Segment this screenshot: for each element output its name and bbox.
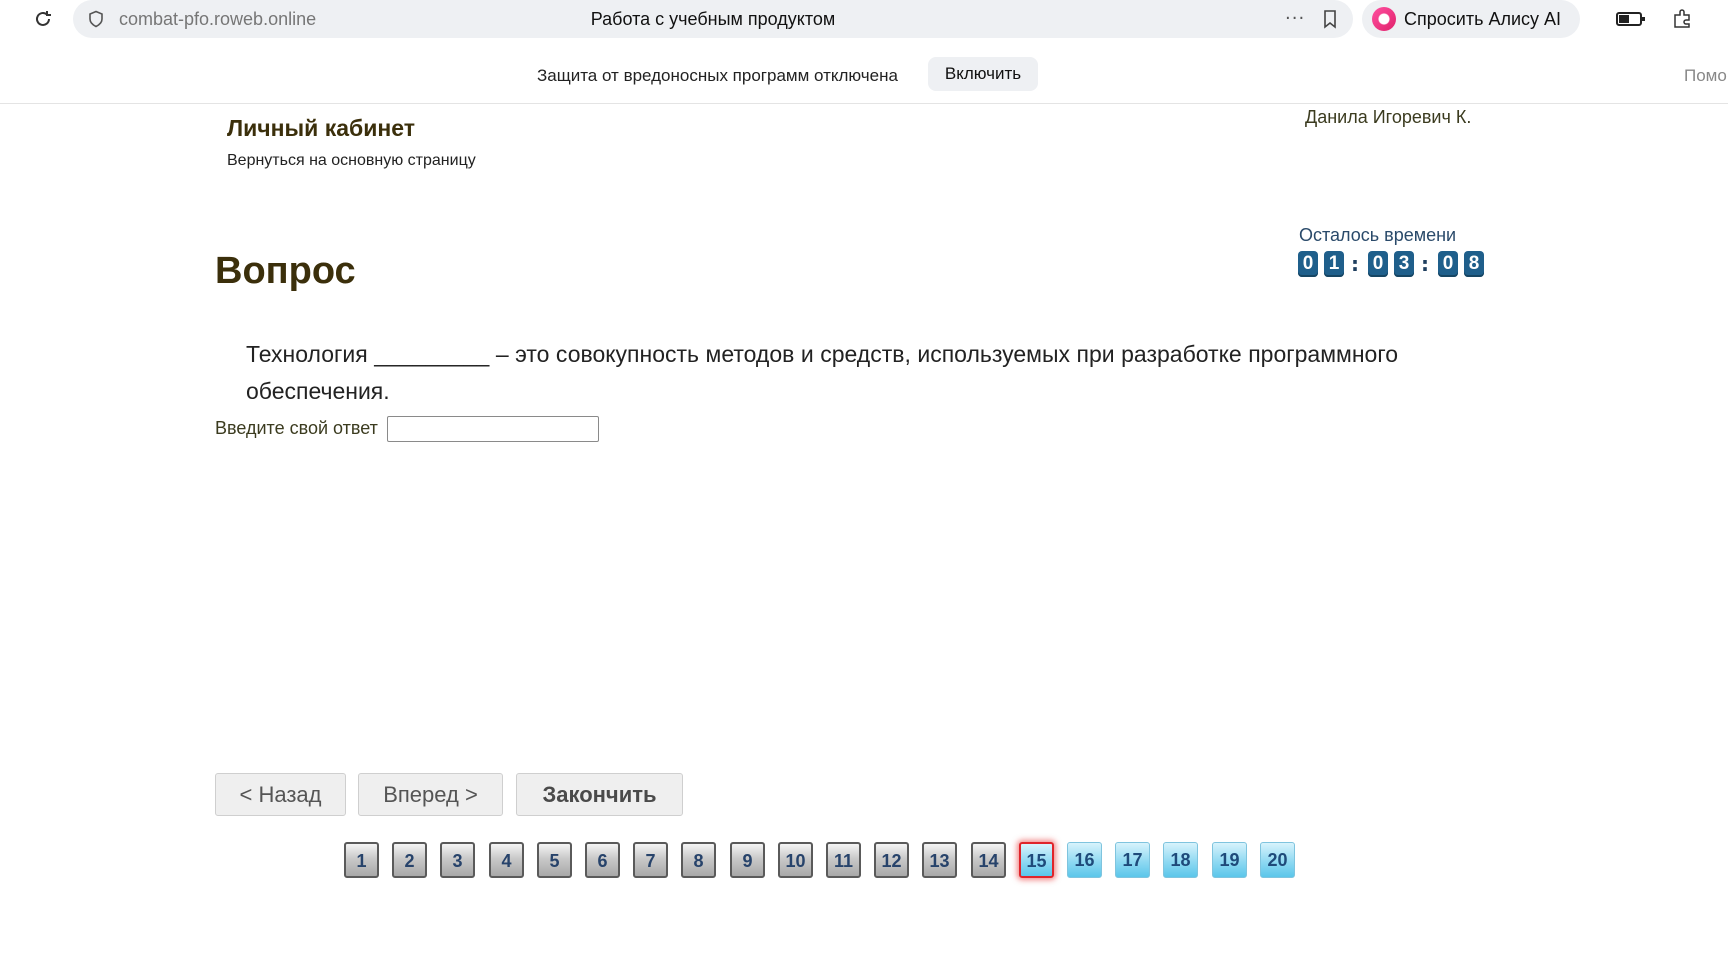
- page-button-14[interactable]: 14: [971, 842, 1006, 878]
- page-button-12[interactable]: 12: [874, 842, 909, 878]
- forward-button[interactable]: Вперед >: [358, 773, 503, 816]
- page-button-7[interactable]: 7: [633, 842, 668, 878]
- page-button-4[interactable]: 4: [489, 842, 524, 878]
- bookmark-icon[interactable]: [1320, 9, 1340, 29]
- page-button-8[interactable]: 8: [681, 842, 716, 878]
- user-name: Данила Игоревич К.: [1305, 107, 1472, 127]
- page-button-3[interactable]: 3: [440, 842, 475, 878]
- answer-input[interactable]: [387, 416, 599, 442]
- protection-notice-bar: Защита от вредоносных программ отключена…: [0, 52, 1728, 104]
- address-bar[interactable]: combat-pfo.roweb.online Работа с учебным…: [73, 0, 1353, 38]
- page-button-13[interactable]: 13: [922, 842, 957, 878]
- page-button-17[interactable]: 17: [1115, 842, 1150, 878]
- page-button-1[interactable]: 1: [344, 842, 379, 878]
- enable-protection-button[interactable]: Включить: [928, 57, 1038, 91]
- help-link[interactable]: Помощь: [1684, 66, 1728, 86]
- reload-icon[interactable]: [30, 6, 56, 32]
- cabinet-title[interactable]: Личный кабинет: [227, 115, 415, 142]
- protection-notice-text: Защита от вредоносных программ отключена: [537, 66, 898, 85]
- timer-digit: 1: [1324, 251, 1344, 277]
- page-button-20[interactable]: 20: [1260, 842, 1295, 878]
- timer-digit: 0: [1438, 251, 1458, 277]
- timer-digit: 0: [1298, 251, 1318, 277]
- page-button-15[interactable]: 15: [1019, 842, 1054, 878]
- alice-icon: [1372, 7, 1396, 31]
- finish-button[interactable]: Закончить: [516, 773, 683, 816]
- shield-icon: [89, 10, 103, 28]
- page-button-6[interactable]: 6: [585, 842, 620, 878]
- more-dots-icon[interactable]: ···: [1285, 8, 1305, 29]
- page-button-11[interactable]: 11: [826, 842, 861, 878]
- page-button-19[interactable]: 19: [1212, 842, 1247, 878]
- question-text: Технология _________ – это совокупность …: [246, 341, 1398, 404]
- ask-alice-label: Спросить Алису AI: [1404, 8, 1562, 29]
- url-text[interactable]: combat-pfo.roweb.online: [119, 9, 316, 30]
- page-button-5[interactable]: 5: [537, 842, 572, 878]
- page-button-16[interactable]: 16: [1067, 842, 1102, 878]
- extensions-icon[interactable]: [1672, 8, 1694, 30]
- browser-toolbar: combat-pfo.roweb.online Работа с учебным…: [0, 0, 1728, 38]
- answer-label: Введите свой ответ: [215, 418, 378, 438]
- timer-separator: :: [1421, 252, 1429, 276]
- timer-digit: 8: [1464, 251, 1484, 277]
- timer-digit: 0: [1368, 251, 1388, 277]
- page-button-10[interactable]: 10: [778, 842, 813, 878]
- back-button[interactable]: < Назад: [215, 773, 346, 816]
- countdown-timer: 0 1 : 0 3 : 0 8: [1298, 251, 1490, 277]
- question-heading: Вопрос: [215, 250, 356, 292]
- ask-alice-button[interactable]: Спросить Алису AI: [1362, 0, 1580, 38]
- timer-separator: :: [1351, 252, 1359, 276]
- back-to-main-link[interactable]: Вернуться на основную страницу: [227, 152, 476, 170]
- page-button-9[interactable]: 9: [730, 842, 765, 878]
- page-button-18[interactable]: 18: [1163, 842, 1198, 878]
- page-button-2[interactable]: 2: [392, 842, 427, 878]
- timer-digit: 3: [1394, 251, 1414, 277]
- timer-label: Осталось времени: [1299, 225, 1457, 245]
- battery-icon: [1616, 12, 1645, 26]
